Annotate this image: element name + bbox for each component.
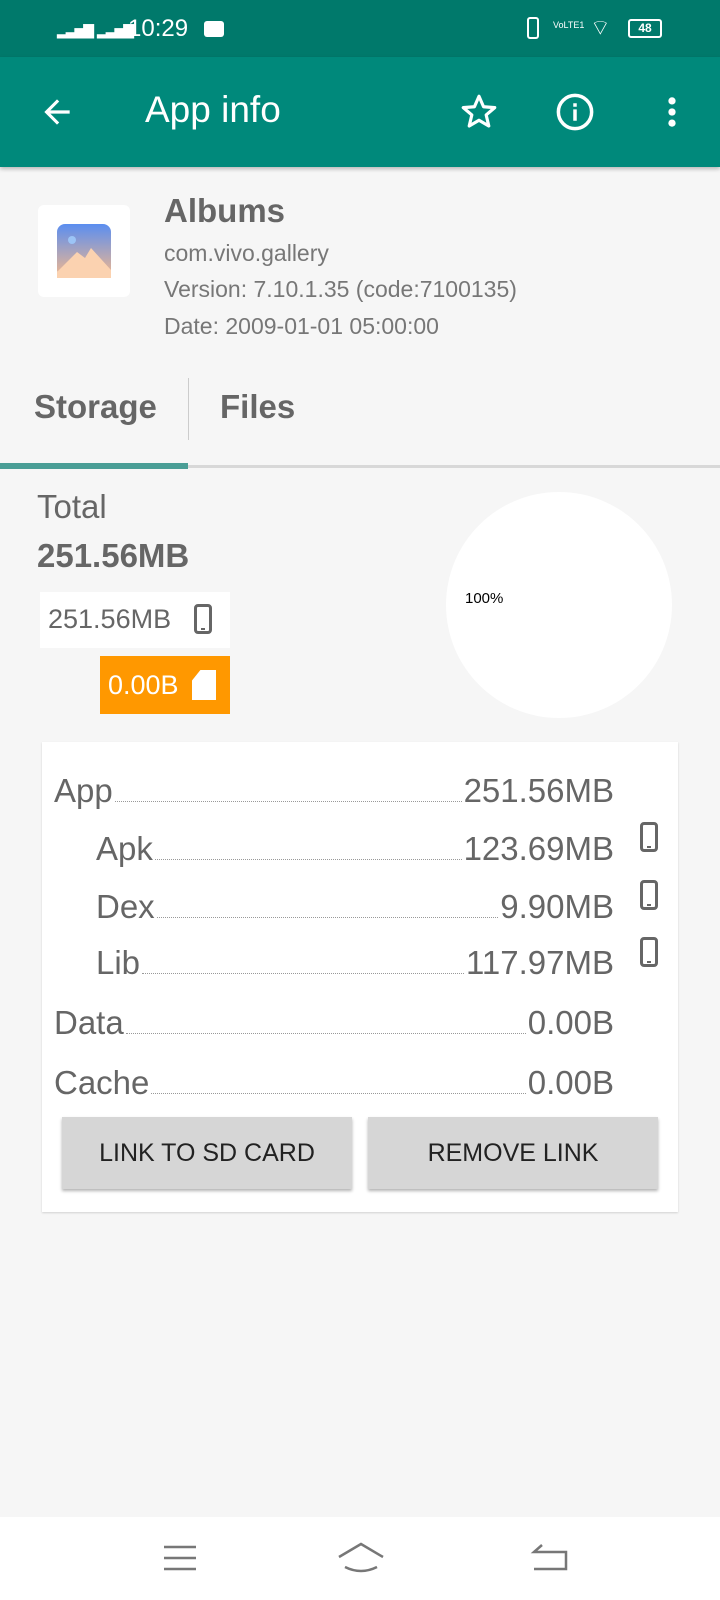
row-value: 0.00B [527,1064,614,1101]
row-label: Data [54,1004,124,1041]
mail-icon [204,21,224,37]
more-vert-icon[interactable] [660,93,684,131]
package-name: com.vivo.gallery [164,240,329,266]
wifi-icon: ⌔ [590,15,611,40]
row-label: Lib [96,944,141,981]
install-date: Date: 2009-01-01 05:00:00 [164,313,439,339]
row-value: 251.56MB [463,772,614,809]
status-bar: ▂▃▅▇ ▂▃▅▇ 10:29 VoLTE1 ⌔ 48 [0,0,720,57]
row-value: 117.97MB [466,944,614,981]
page-title: App info [145,89,281,130]
phone-icon [640,937,658,967]
sd-card-icon [192,670,216,700]
signal-icon: ▂▃▅▇ [97,22,134,38]
dotted-leader [114,801,462,802]
back-arrow-icon[interactable] [38,93,76,131]
navigation-bar [0,1517,720,1600]
tab-storage[interactable]: Storage [34,388,157,426]
dotted-leader [156,917,499,918]
internal-size: 251.56MB [48,604,172,634]
sd-size: 0.00B [108,670,179,700]
pie-label: 100% [465,590,504,607]
tab-divider [188,378,189,440]
vibrate-icon [527,17,539,39]
remove-link-button[interactable]: REMOVE LINK [368,1117,658,1189]
clock: 10:29 [128,15,189,42]
row-data: Data 0.00B [54,992,614,1042]
row-value: 123.69MB [463,830,614,867]
row-label: App [54,772,113,809]
menu-icon[interactable] [162,1543,198,1573]
app-icon [38,205,130,297]
back-icon[interactable] [530,1541,570,1575]
dotted-leader [125,1033,526,1034]
info-icon[interactable] [554,91,596,133]
sd-storage-chip: 0.00B [100,656,230,714]
internal-storage-chip: 251.56MB [40,592,230,648]
star-icon[interactable] [458,91,500,133]
phone-icon [194,604,212,634]
total-label: Total [37,488,107,525]
battery-icon: 48 [628,19,662,38]
row-label: Apk [96,830,153,867]
link-to-sd-card-button[interactable]: LINK TO SD CARD [62,1117,352,1189]
dotted-leader [154,859,462,860]
row-value: 9.90MB [500,888,614,925]
phone-icon [640,822,658,852]
tab-indicator [0,463,188,469]
dotted-leader [142,973,465,974]
signal-icon: ▂▃▅▇ [57,22,94,38]
app-bar: App info [0,57,720,167]
app-name: Albums [164,192,286,229]
row-label: Cache [54,1064,150,1101]
home-icon[interactable] [336,1541,386,1575]
tab-files[interactable]: Files [220,388,295,426]
row-app: App 251.56MB [54,760,614,810]
volte-icon: VoLTE1 [553,20,585,30]
phone-icon [640,880,658,910]
row-value: 0.00B [527,1004,614,1041]
row-dex: Dex 9.90MB [96,876,614,926]
row-label: Dex [96,888,155,925]
row-apk: Apk 123.69MB [96,818,614,868]
total-value: 251.56MB [37,537,190,574]
row-cache: Cache 0.00B [54,1052,614,1102]
dotted-leader [151,1093,526,1094]
app-version: Version: 7.10.1.35 (code:7100135) [164,276,517,302]
row-lib: Lib 117.97MB [96,932,614,982]
